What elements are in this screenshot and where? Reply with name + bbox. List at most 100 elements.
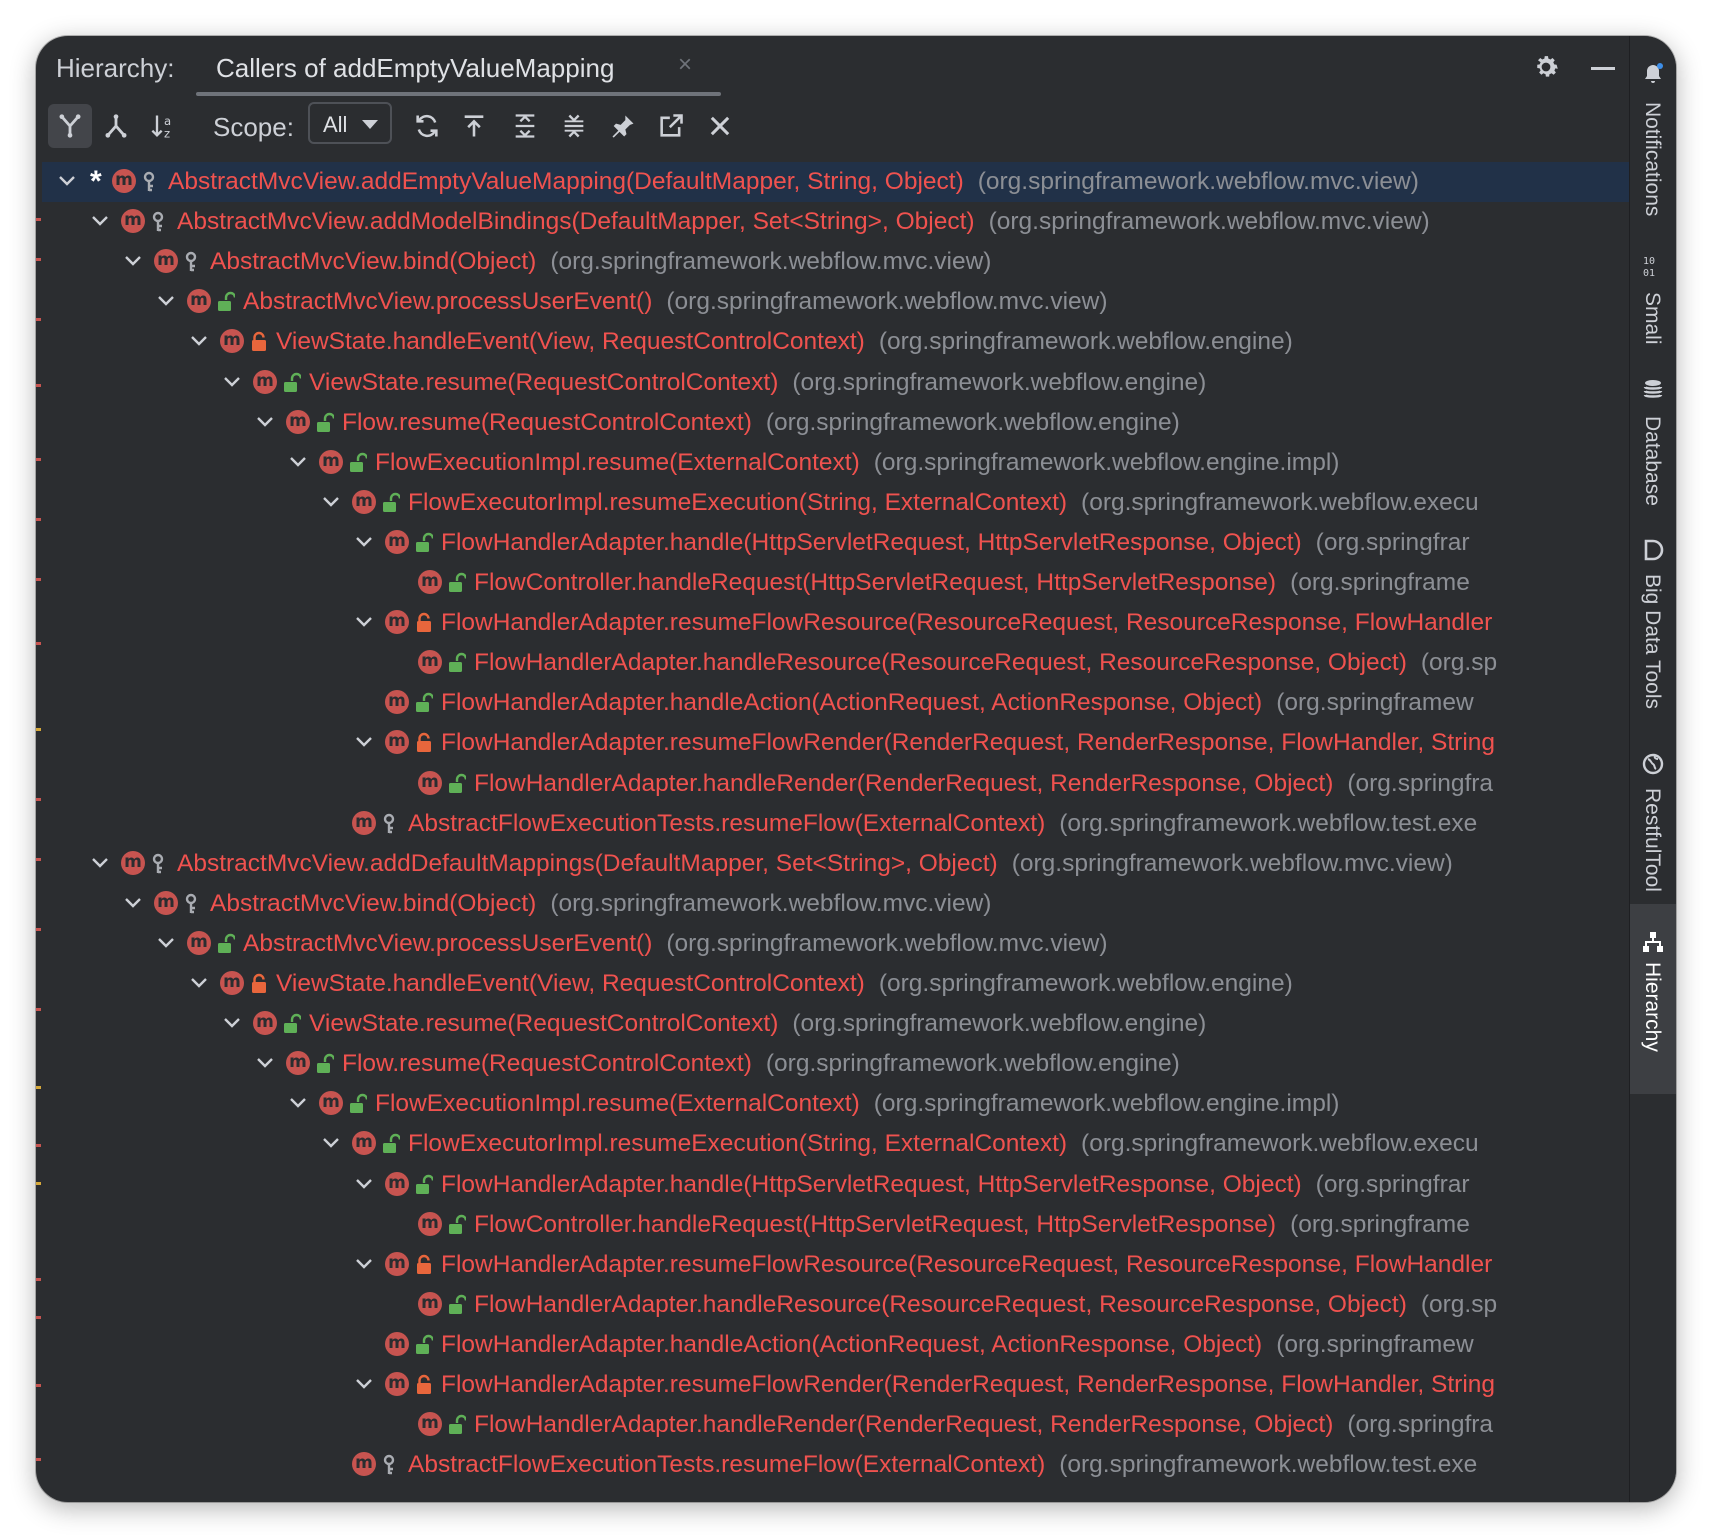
tree-row[interactable]: m ViewState.handleEvent(View, RequestCont… (42, 964, 1629, 1004)
method-name: AbstractFlowExecutionTests.resumeFlow(Ex… (408, 809, 1046, 837)
tree-row[interactable]: m FlowHandlerAdapter.resumeFlowResource(R… (42, 603, 1629, 643)
call-hierarchy-tree[interactable]: * m AbstractMvcView.addEmptyValueMapping(D… (42, 158, 1629, 1502)
tree-row[interactable]: m FlowHandlerAdapter.handleResource(Resou… (42, 643, 1629, 683)
method-signature: AbstractMvcView.addEmptyValueMapping(Def… (168, 168, 1419, 196)
tree-row[interactable]: m FlowHandlerAdapter.handleResource(Resou… (42, 1285, 1629, 1325)
tree-row[interactable]: m AbstractMvcView.addDefaultMappings(Defa… (42, 844, 1629, 884)
base-on-this-method-button[interactable] (452, 104, 496, 148)
chevron-down-icon[interactable] (221, 371, 243, 393)
method-name: AbstractFlowExecutionTests.resumeFlow(Ex… (408, 1451, 1046, 1479)
protected-visibility-icon (142, 171, 160, 193)
tree-row[interactable]: m AbstractMvcView.addModelBindings(Defaul… (42, 202, 1629, 242)
chevron-down-icon[interactable] (320, 1132, 342, 1154)
chevron-down-icon[interactable] (353, 611, 375, 633)
tree-row[interactable]: m AbstractFlowExecutionTests.resumeFlow(E… (42, 1445, 1629, 1485)
sidebar-item-smali[interactable]: 10 01 Smali (1630, 248, 1676, 368)
chevron-down-icon[interactable] (155, 932, 177, 954)
chevron-down-icon[interactable] (188, 972, 210, 994)
change-marker (36, 258, 41, 261)
tab-close-icon[interactable]: × (678, 51, 692, 79)
method-name: AbstractMvcView.addModelBindings(Default… (177, 208, 975, 236)
chevron-down-icon[interactable] (353, 531, 375, 553)
chevron-down-icon[interactable] (89, 852, 111, 874)
tree-row-selected[interactable]: * m AbstractMvcView.addEmptyValueMapping(D… (42, 162, 1629, 202)
sidebar-item-hierarchy[interactable]: Hierarchy (1630, 904, 1676, 1094)
collapse-all-button[interactable] (552, 104, 596, 148)
package-name: (org.sp (1420, 649, 1498, 677)
chevron-down-icon[interactable] (155, 290, 177, 312)
tree-row[interactable]: m FlowExecutionImpl.resume(ExternalContex… (42, 443, 1629, 483)
refresh-button[interactable] (405, 104, 449, 148)
tree-row[interactable]: m FlowHandlerAdapter.handleRender(RenderR… (42, 764, 1629, 804)
chevron-down-icon[interactable] (56, 170, 78, 192)
tree-row[interactable]: m FlowHandlerAdapter.handleRender(RenderR… (42, 1405, 1629, 1445)
chevron-down-icon[interactable] (188, 330, 210, 352)
chevron-down-icon[interactable] (287, 1092, 309, 1114)
tree-row[interactable]: m FlowHandlerAdapter.handle(HttpServletRe… (42, 1165, 1629, 1205)
method-signature: AbstractMvcView.bind(Object) (org.springf… (210, 248, 991, 276)
public-visibility-icon (283, 372, 303, 394)
gear-icon[interactable] (1531, 52, 1561, 82)
tree-row[interactable]: m AbstractMvcView.bind(Object) (org.spring… (42, 242, 1629, 282)
method-signature: FlowHandlerAdapter.resumeFlowRender(Rend… (441, 1371, 1495, 1399)
sort-alphabetically-button[interactable]: az (142, 104, 186, 148)
sidebar-item-big-data-tools[interactable]: Big Data Tools (1630, 530, 1676, 730)
pin-tab-button[interactable] (601, 104, 645, 148)
tree-row[interactable]: m AbstractMvcView.bind(Object) (org.spring… (42, 884, 1629, 924)
chevron-down-icon[interactable] (353, 731, 375, 753)
tree-row[interactable]: m ViewState.resume(RequestControlContext)… (42, 363, 1629, 403)
chevron-down-icon[interactable] (353, 1373, 375, 1395)
method-signature: Flow.resume(RequestControlContext) (org.s… (342, 1050, 1180, 1078)
tree-row[interactable]: m FlowController.handleRequest(HttpServle… (42, 563, 1629, 603)
expand-all-button[interactable] (503, 104, 547, 148)
tree-row[interactable]: m Flow.resume(RequestControlContext) (org.… (42, 1044, 1629, 1084)
chevron-down-icon[interactable] (122, 250, 144, 272)
sidebar-item-restfultool[interactable]: RestfulTool (1630, 744, 1676, 924)
tree-row[interactable]: m FlowController.handleRequest(HttpServle… (42, 1205, 1629, 1245)
close-button[interactable] (698, 104, 742, 148)
tree-row[interactable]: m AbstractMvcView.processUserEvent() (org.… (42, 282, 1629, 322)
tree-row[interactable]: m FlowHandlerAdapter.handleAction(ActionR… (42, 1325, 1629, 1365)
method-name: AbstractMvcView.processUserEvent() (243, 929, 653, 957)
chevron-down-icon[interactable] (254, 411, 276, 433)
method-name: FlowHandlerAdapter.resumeFlowRender(Rend… (441, 1371, 1496, 1398)
tree-row[interactable]: m FlowHandlerAdapter.resumeFlowResource(R… (42, 1245, 1629, 1285)
tree-row[interactable]: m AbstractMvcView.processUserEvent() (org.… (42, 924, 1629, 964)
tree-row[interactable]: m Flow.resume(RequestControlContext) (org.… (42, 403, 1629, 443)
chevron-down-icon[interactable] (320, 491, 342, 513)
chevron-down-icon[interactable] (89, 210, 111, 232)
caller-hierarchy-button[interactable] (48, 104, 92, 148)
tab-callers[interactable]: Callers of addEmptyValueMapping × (196, 36, 721, 96)
method-name: ViewState.resume(RequestControlContext) (309, 368, 779, 396)
sidebar-item-notifications[interactable]: Notifications (1630, 54, 1676, 254)
tree-row[interactable]: m FlowHandlerAdapter.resumeFlowRender(Ren… (42, 1365, 1629, 1405)
public-visibility-icon (382, 1133, 402, 1155)
public-visibility-icon (415, 1334, 435, 1356)
tree-row[interactable]: m FlowExecutionImpl.resume(ExternalContex… (42, 1084, 1629, 1124)
tab-underline (196, 92, 721, 96)
method-icon: m (154, 249, 178, 274)
chevron-down-icon[interactable] (221, 1012, 243, 1034)
tree-row[interactable]: m FlowHandlerAdapter.handleAction(ActionR… (42, 683, 1629, 723)
method-icon: m (418, 570, 442, 594)
chevron-down-icon[interactable] (287, 451, 309, 473)
callee-hierarchy-button[interactable] (94, 104, 138, 148)
sidebar-item-database[interactable]: Database (1630, 372, 1676, 512)
tree-row[interactable]: m FlowExecutorImpl.resumeExecution(String… (42, 1124, 1629, 1164)
chevron-down-icon[interactable] (254, 1052, 276, 1074)
minimize-icon[interactable] (1591, 67, 1615, 70)
chevron-down-icon[interactable] (122, 892, 144, 914)
tree-row[interactable]: m ViewState.resume(RequestControlContext)… (42, 1004, 1629, 1044)
chevron-down-icon[interactable] (353, 1253, 375, 1275)
tree-row[interactable]: m FlowHandlerAdapter.resumeFlowRender(Ren… (42, 723, 1629, 763)
tree-row[interactable]: m FlowExecutorImpl.resumeExecution(String… (42, 483, 1629, 523)
tree-row[interactable]: m AbstractFlowExecutionTests.resumeFlow(E… (42, 804, 1629, 844)
scope-dropdown[interactable]: All (308, 102, 392, 144)
method-signature: FlowHandlerAdapter.resumeFlowRender(Rend… (441, 729, 1495, 757)
title-bar: Hierarchy: Callers of addEmptyValueMappi… (36, 36, 1629, 96)
chevron-down-icon[interactable] (353, 1173, 375, 1195)
tree-row[interactable]: m ViewState.handleEvent(View, RequestCont… (42, 322, 1629, 362)
tree-row[interactable]: m FlowHandlerAdapter.handle(HttpServletRe… (42, 523, 1629, 563)
export-button[interactable] (649, 104, 693, 148)
method-signature: AbstractFlowExecutionTests.resumeFlow(Ex… (408, 1451, 1477, 1479)
